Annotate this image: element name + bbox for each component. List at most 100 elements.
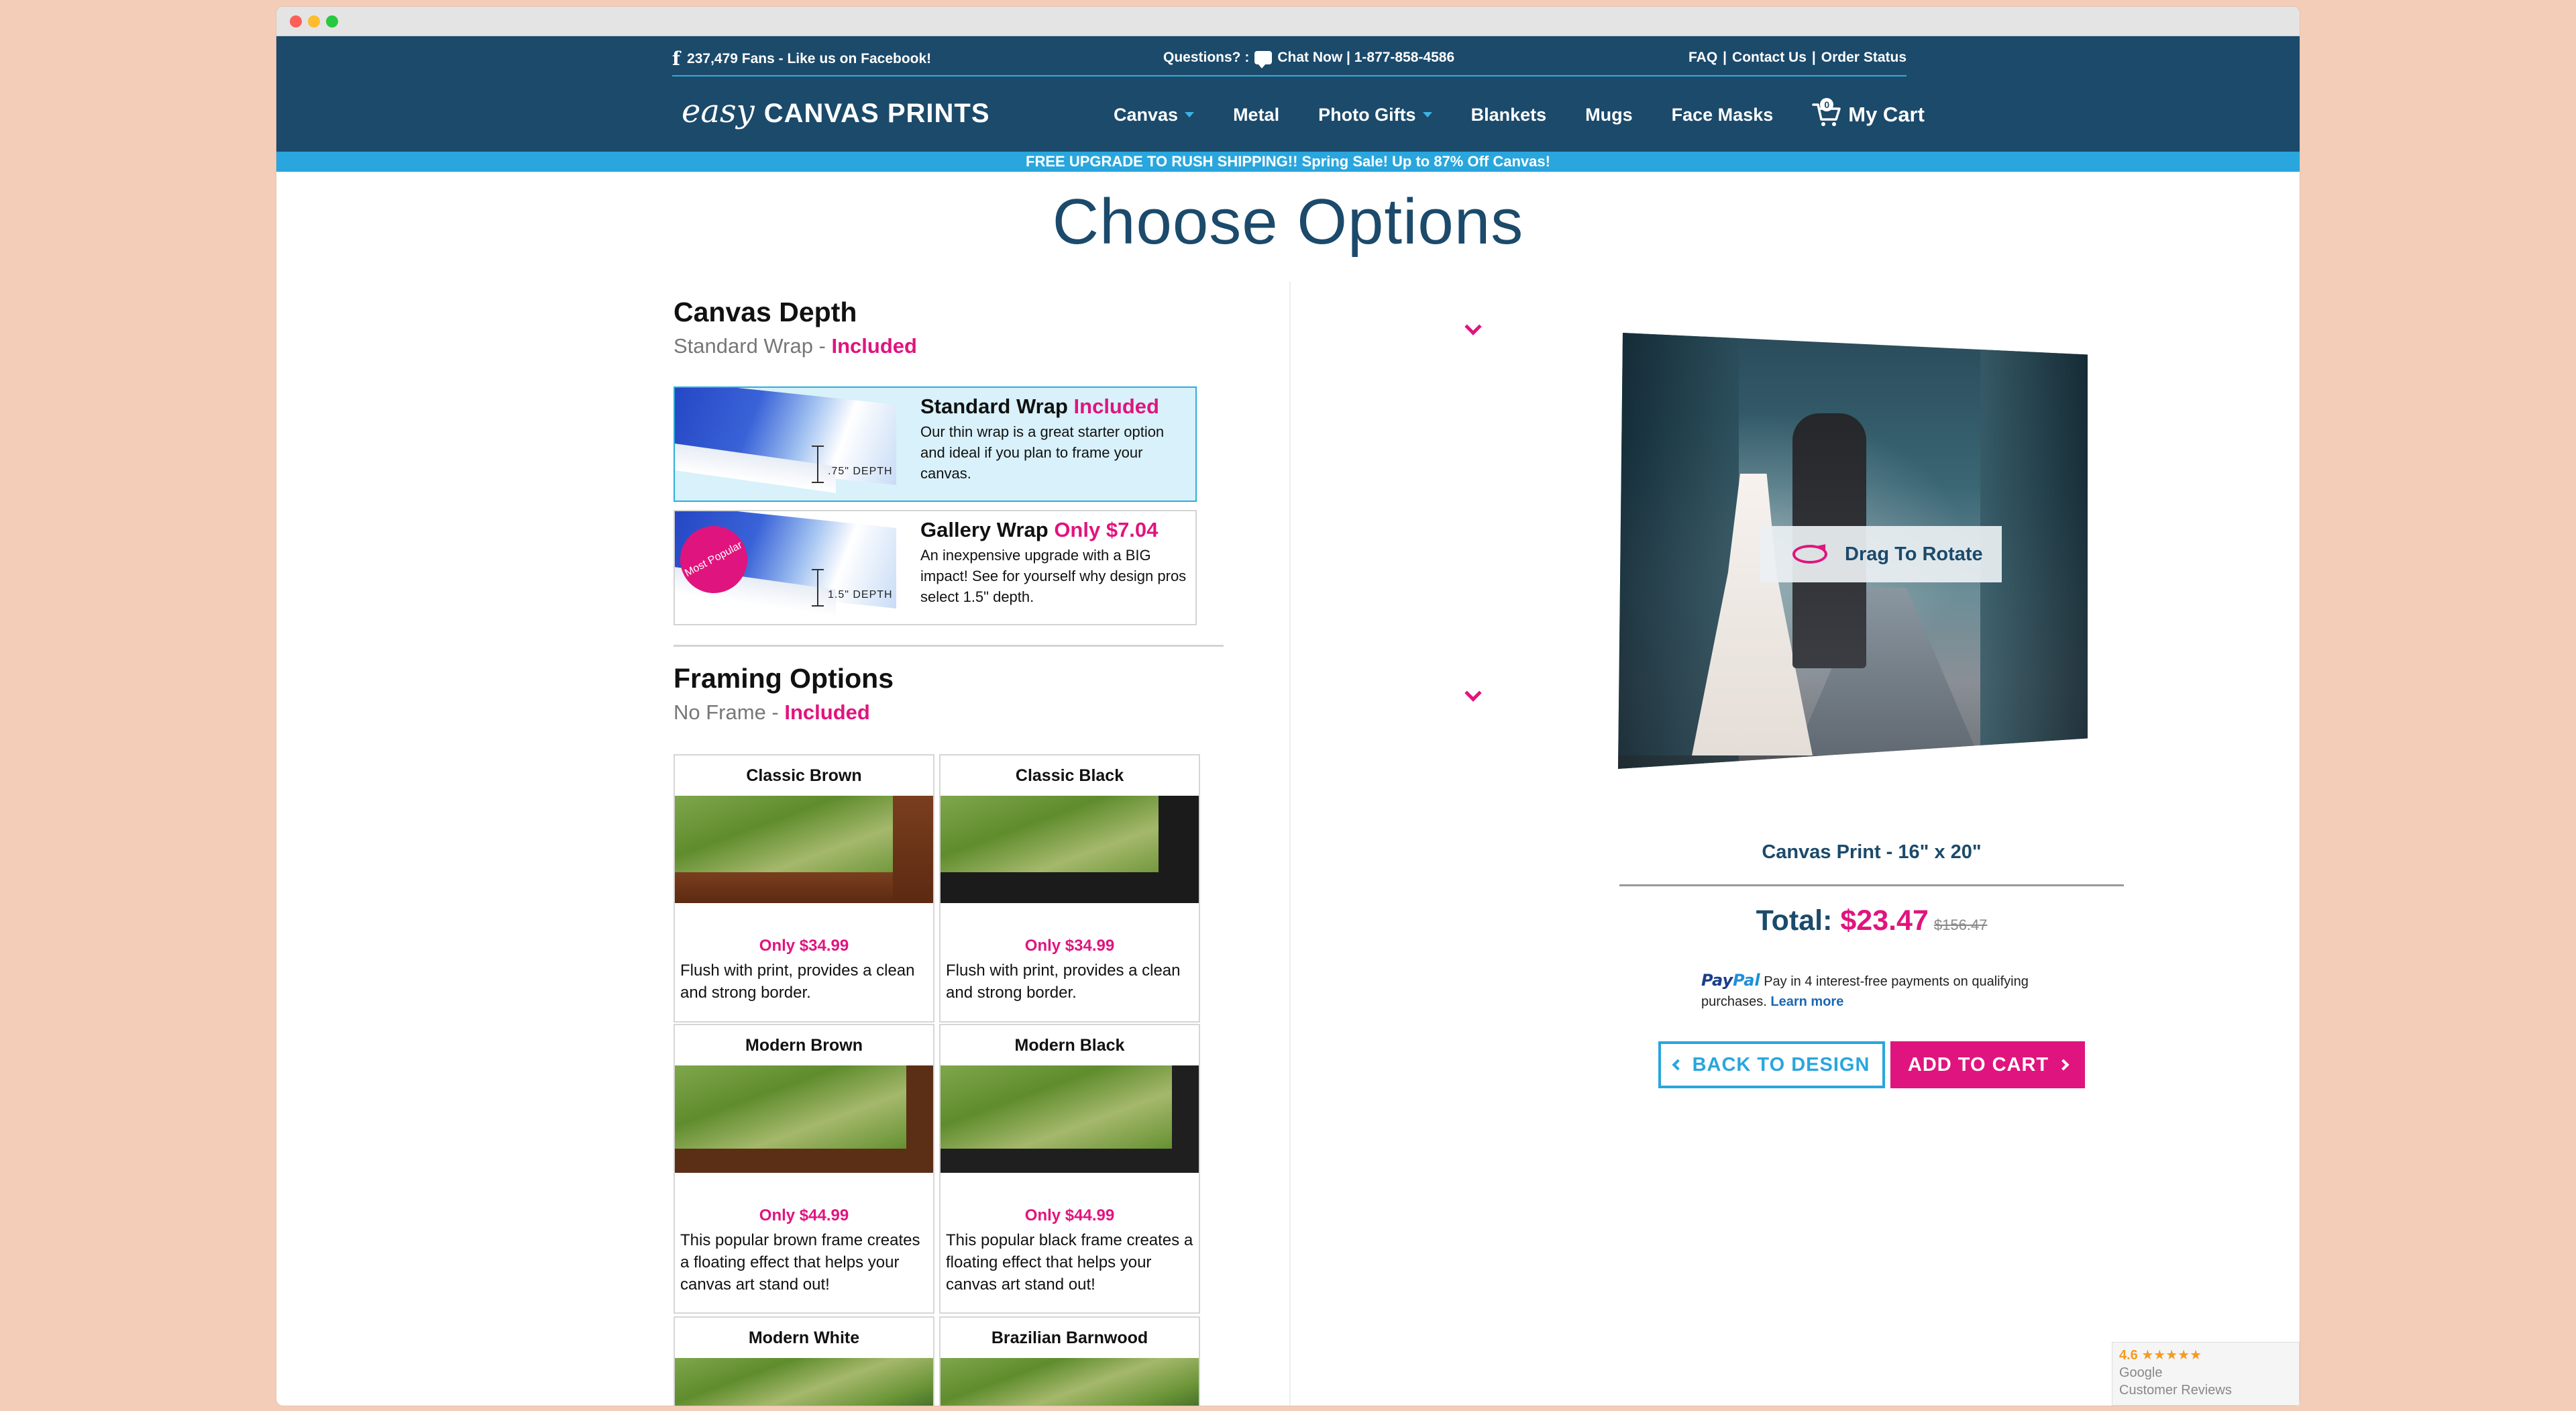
option-price: Only $7.04: [1054, 518, 1159, 541]
back-to-design-label: BACK TO DESIGN: [1692, 1053, 1870, 1076]
chevron-down-icon: [1422, 112, 1432, 117]
review-score: 4.6: [2119, 1348, 2138, 1363]
nav-item-face-masks[interactable]: Face Masks: [1672, 105, 1774, 125]
nav-item-photo-gifts[interactable]: Photo Gifts: [1318, 105, 1432, 125]
total-price: $23.47: [1840, 904, 1929, 937]
frame-name: Modern Brown: [745, 1036, 863, 1055]
canvas-depth-selected: Standard Wrap: [674, 334, 813, 358]
close-window-button[interactable]: [290, 15, 302, 28]
summary-separator: -: [765, 700, 785, 724]
summary-separator: -: [812, 334, 832, 358]
nav-item-label: Metal: [1233, 104, 1280, 125]
paypal-logo-pay: Pay: [1701, 971, 1733, 990]
preview-edge-shadow: [1618, 755, 2088, 769]
cart-label: My Cart: [1848, 103, 1925, 126]
promo-banner[interactable]: FREE UPGRADE TO RUSH SHIPPING!! Spring S…: [276, 152, 2300, 172]
classic-black-image: [941, 796, 1199, 903]
facebook-fans-link[interactable]: f 237,479 Fans - Like us on Facebook!: [672, 50, 931, 68]
site-logo[interactable]: easy CANVAS PRINTS: [682, 93, 990, 130]
cart-link[interactable]: 0 My Cart: [1812, 98, 1925, 127]
drag-to-rotate-label: Drag To Rotate: [1845, 543, 1983, 565]
back-to-design-button[interactable]: BACK TO DESIGN: [1658, 1041, 1885, 1088]
framing-collapse-icon[interactable]: [1464, 684, 1482, 702]
cart-icon: 0: [1812, 98, 1841, 127]
frame-edge: [893, 796, 933, 903]
utility-links: FAQ | Contact Us | Order Status: [1688, 50, 1907, 66]
frame-name: Modern Black: [1014, 1036, 1125, 1055]
nav-item-label: Photo Gifts: [1318, 104, 1416, 125]
option-text: Standard Wrap Included Our thin wrap is …: [920, 395, 1189, 484]
depth-label: .75" DEPTH: [828, 466, 893, 477]
nav-item-blankets[interactable]: Blankets: [1471, 105, 1547, 125]
drag-to-rotate-control[interactable]: Drag To Rotate: [1760, 526, 2002, 582]
option-standard-wrap[interactable]: .75" DEPTH Standard Wrap Included Our th…: [674, 386, 1197, 502]
depth-label: 1.5" DEPTH: [828, 589, 893, 600]
frame-edge: [1159, 796, 1199, 903]
add-to-cart-button[interactable]: ADD TO CART: [1890, 1041, 2085, 1088]
option-description: An inexpensive upgrade with a BIG impact…: [920, 547, 1187, 605]
paypal-message: PayPal Pay in 4 interest-free payments o…: [1701, 970, 2050, 1012]
modern-white-image: [675, 1358, 933, 1406]
minimize-window-button[interactable]: [308, 15, 320, 28]
frame-card-modern-white[interactable]: Modern White: [674, 1316, 934, 1406]
frame-card-modern-black[interactable]: Modern Black Only $44.99 This popular bl…: [939, 1024, 1200, 1314]
nav-item-mugs[interactable]: Mugs: [1585, 105, 1633, 125]
frame-edge: [1172, 1065, 1199, 1173]
site-header: f 237,479 Fans - Like us on Facebook! Qu…: [276, 36, 2300, 172]
canvas-depth-collapse-icon[interactable]: [1464, 318, 1482, 335]
canvas-depth-title: Canvas Depth: [674, 297, 857, 327]
nav-item-label: Face Masks: [1671, 104, 1774, 125]
questions-label: Questions? :: [1163, 50, 1250, 65]
option-gallery-wrap[interactable]: 1.5" DEPTH Most Popular Gallery Wrap Onl…: [674, 510, 1197, 625]
nav-item-label: Canvas: [1114, 104, 1179, 125]
modern-black-image: [941, 1065, 1199, 1173]
frame-description: This popular black frame creates a float…: [946, 1231, 1193, 1294]
product-name: Canvas Print - 16" x 20": [1762, 841, 1982, 863]
frame-price: Only $34.99: [759, 937, 849, 955]
frame-name: Classic Black: [1015, 766, 1124, 785]
option-text: Gallery Wrap Only $7.04 An inexpensive u…: [920, 518, 1189, 607]
facebook-fans-text: 237,479 Fans - Like us on Facebook!: [687, 51, 932, 66]
frame-card-classic-brown[interactable]: Classic Brown Only $34.99 Flush with pri…: [674, 754, 934, 1023]
frame-card-brazilian-barnwood[interactable]: Brazilian Barnwood: [939, 1316, 1200, 1406]
frame-description: Flush with print, provides a clean and s…: [946, 961, 1181, 1002]
frame-edge: [675, 1149, 933, 1173]
rotate-icon: [1792, 545, 1827, 564]
maximize-window-button[interactable]: [326, 15, 338, 28]
paypal-learn-more-link[interactable]: Learn more: [1770, 994, 1843, 1009]
frame-photo: [675, 1358, 933, 1406]
frame-description: Flush with print, provides a clean and s…: [680, 961, 915, 1002]
modern-brown-image: [675, 1065, 933, 1173]
order-total: Total: $23.47 $156.47: [1618, 904, 2125, 937]
option-name: Standard Wrap Included: [920, 395, 1189, 419]
frame-price: Only $44.99: [1024, 1206, 1115, 1224]
frame-card-modern-brown[interactable]: Modern Brown Only $44.99 This popular br…: [674, 1024, 934, 1314]
framing-summary: No Frame - Included: [674, 700, 870, 725]
classic-brown-image: [675, 796, 933, 903]
option-name-label: Gallery Wrap: [920, 518, 1049, 541]
order-status-link[interactable]: Order Status: [1821, 50, 1907, 66]
paypal-logo: PayPal: [1701, 971, 1760, 990]
frame-edge: [906, 1065, 933, 1173]
faq-link[interactable]: FAQ: [1688, 50, 1717, 66]
frame-edge: [941, 1149, 1199, 1173]
option-name-label: Standard Wrap: [920, 395, 1068, 418]
google-reviews-badge[interactable]: 4.6 ★★★★★ Google Customer Reviews: [2112, 1342, 2300, 1406]
page-title: Choose Options: [1052, 186, 1524, 258]
contact-us-link[interactable]: Contact Us: [1732, 50, 1807, 66]
main-nav: Canvas Metal Photo Gifts Blankets Mugs F…: [1114, 98, 1925, 127]
reviews-provider: Google: [2119, 1365, 2163, 1380]
option-description: Our thin wrap is a great starter option …: [920, 423, 1165, 482]
gallery-wrap-image: 1.5" DEPTH Most Popular: [675, 511, 899, 624]
section-divider: [674, 645, 1224, 647]
reviews-caption: Customer Reviews: [2119, 1383, 2232, 1398]
chat-icon: [1254, 51, 1273, 68]
option-name: Gallery Wrap Only $7.04: [920, 518, 1189, 542]
depth-marker: [812, 569, 824, 607]
chat-now-link[interactable]: Chat Now | 1-877-858-4586: [1277, 50, 1454, 66]
frame-photo: [941, 1358, 1199, 1406]
nav-item-metal[interactable]: Metal: [1233, 105, 1279, 125]
add-to-cart-label: ADD TO CART: [1907, 1053, 2049, 1076]
nav-item-canvas[interactable]: Canvas: [1114, 104, 1195, 125]
frame-card-classic-black[interactable]: Classic Black Only $34.99 Flush with pri…: [939, 754, 1200, 1023]
